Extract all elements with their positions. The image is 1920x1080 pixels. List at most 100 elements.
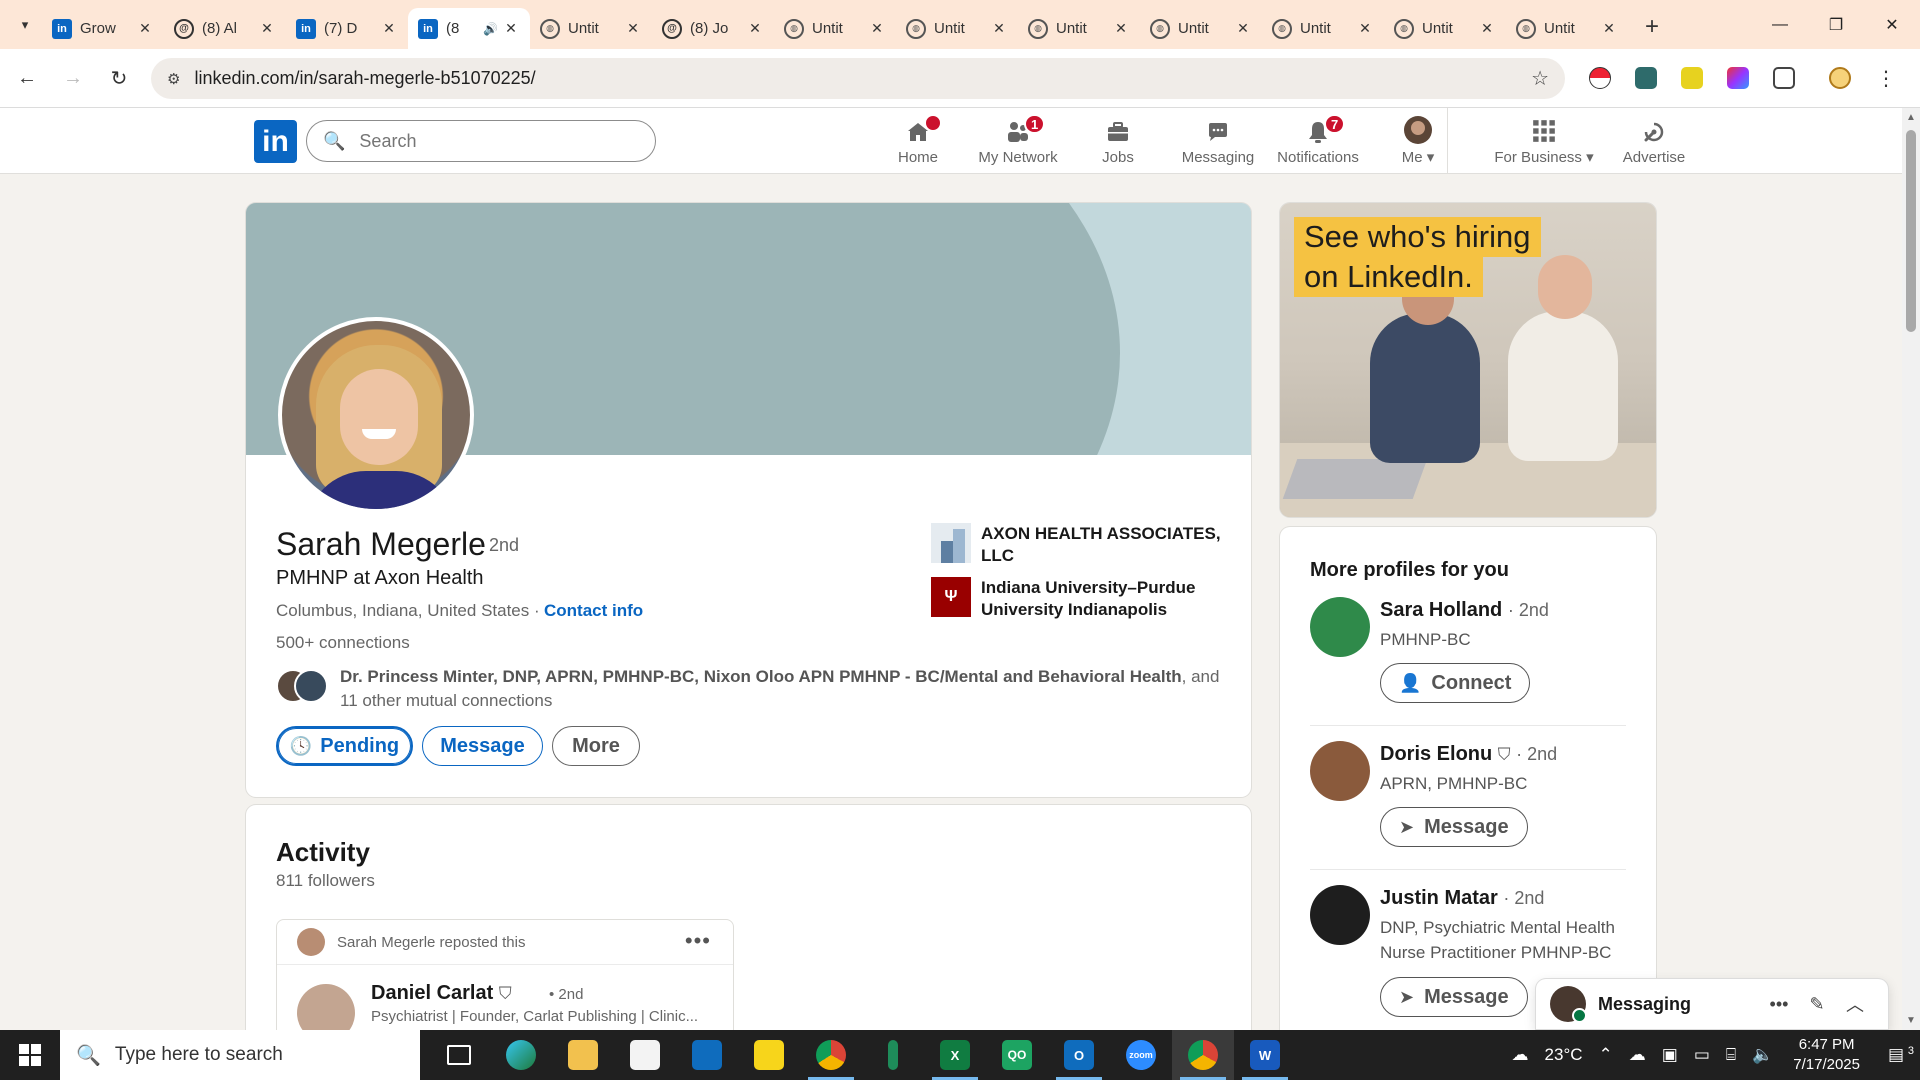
tab-search-button[interactable]: ▾ bbox=[8, 8, 42, 42]
avatar[interactable] bbox=[1310, 741, 1370, 801]
post-options-icon[interactable]: ••• bbox=[685, 928, 711, 954]
nav-me[interactable]: Me ▾ bbox=[1368, 108, 1468, 174]
mutual-connection-avatars[interactable] bbox=[276, 669, 328, 705]
avatar[interactable] bbox=[1310, 885, 1370, 945]
site-settings-icon[interactable]: ⚙ bbox=[167, 70, 180, 88]
weather-icon[interactable]: ☁ bbox=[1504, 1045, 1537, 1065]
reload-button[interactable]: ↻ bbox=[96, 58, 142, 98]
notification-center-icon[interactable]: ▤ 3 bbox=[1872, 1045, 1920, 1065]
bookmark-star-icon[interactable]: ☆ bbox=[1531, 66, 1549, 91]
browser-tab[interactable]: ◍ Untit ✕ bbox=[1140, 8, 1262, 49]
pokeball-extension-icon[interactable] bbox=[1582, 59, 1618, 97]
linkedin-logo[interactable]: in bbox=[254, 120, 297, 163]
close-tab-icon[interactable]: ✕ bbox=[624, 20, 642, 37]
puzzle-icon[interactable] bbox=[1766, 59, 1802, 97]
education[interactable]: Ψ Indiana University–Purdue University I… bbox=[931, 577, 1231, 621]
close-tab-icon[interactable]: ✕ bbox=[258, 20, 276, 37]
browser-tab[interactable]: ◍ Untit ✕ bbox=[1018, 8, 1140, 49]
mail-icon[interactable] bbox=[676, 1030, 738, 1080]
chevron-up-icon[interactable]: ⌃ bbox=[1591, 1045, 1621, 1065]
suggestion-name[interactable]: Doris Elonu ⛉ · 2nd bbox=[1380, 743, 1557, 766]
close-tab-icon[interactable]: ✕ bbox=[1234, 20, 1252, 37]
close-tab-icon[interactable]: ✕ bbox=[1600, 20, 1618, 37]
browser-tab[interactable]: ◍ Untit ✕ bbox=[774, 8, 896, 49]
restore-icon[interactable]: ❐ bbox=[1808, 0, 1864, 49]
clock[interactable]: 6:47 PM 7/17/2025 bbox=[1781, 1035, 1872, 1075]
connections-count[interactable]: 500+ connections bbox=[276, 633, 410, 653]
avatar[interactable] bbox=[1310, 597, 1370, 657]
message-button[interactable]: Message bbox=[422, 726, 543, 766]
meet-icon[interactable]: ▣ bbox=[1654, 1045, 1686, 1065]
message-button[interactable]: ➤ Message bbox=[1380, 807, 1528, 847]
browser-tab[interactable]: in Grow ✕ bbox=[42, 8, 164, 49]
message-button[interactable]: ➤ Message bbox=[1380, 977, 1528, 1017]
speaker-icon[interactable]: 🔊 bbox=[483, 22, 498, 36]
more-button[interactable]: More bbox=[552, 726, 640, 766]
profile-icon[interactable] bbox=[1822, 59, 1858, 97]
close-tab-icon[interactable]: ✕ bbox=[1356, 20, 1374, 37]
chevron-up-icon[interactable]: ︿ bbox=[1836, 991, 1874, 1017]
battery-icon[interactable]: ▭ bbox=[1686, 1045, 1718, 1065]
close-tab-icon[interactable]: ✕ bbox=[1478, 20, 1496, 37]
asterisk-extension-icon[interactable] bbox=[1674, 59, 1710, 97]
task-view-icon[interactable] bbox=[428, 1030, 490, 1080]
nav-home[interactable]: Home bbox=[868, 108, 968, 174]
search-box[interactable]: 🔍 bbox=[306, 120, 656, 162]
back-button[interactable]: ← bbox=[4, 58, 50, 98]
mutual-connections-text[interactable]: Dr. Princess Minter, DNP, APRN, PMHNP-BC… bbox=[340, 665, 1220, 713]
close-tab-icon[interactable]: ✕ bbox=[136, 20, 154, 37]
start-button[interactable] bbox=[0, 1030, 60, 1080]
browser-tab[interactable]: ◍ Untit ✕ bbox=[1262, 8, 1384, 49]
onedrive-icon[interactable]: ☁ bbox=[1621, 1045, 1654, 1065]
browser-tab[interactable]: ◍ Untit ✕ bbox=[1384, 8, 1506, 49]
new-tab-button[interactable]: + bbox=[1634, 9, 1670, 45]
taskbar-search[interactable]: 🔍 Type here to search bbox=[60, 1030, 420, 1080]
pending-button[interactable]: 🕓 Pending bbox=[276, 726, 413, 766]
contact-info-link[interactable]: Contact info bbox=[544, 601, 643, 621]
nav-notifications[interactable]: 7 Notifications bbox=[1268, 108, 1368, 174]
close-tab-icon[interactable]: ✕ bbox=[746, 20, 764, 37]
page-scrollbar[interactable]: ▲ ▼ bbox=[1902, 108, 1920, 1030]
nav-jobs[interactable]: Jobs bbox=[1068, 108, 1168, 174]
close-tab-icon[interactable]: ✕ bbox=[380, 20, 398, 37]
address-bar[interactable]: ⚙ linkedin.com/in/sarah-megerle-b5107022… bbox=[151, 58, 1565, 99]
browser-tab[interactable]: ◍ Untit ✕ bbox=[530, 8, 652, 49]
chrome-active-icon[interactable] bbox=[1172, 1030, 1234, 1080]
network-icon[interactable]: ⌸ bbox=[1718, 1045, 1744, 1065]
sticky-notes-icon[interactable] bbox=[738, 1030, 800, 1080]
scroll-thumb[interactable] bbox=[1906, 130, 1916, 332]
close-tab-icon[interactable]: ✕ bbox=[1112, 20, 1130, 37]
zoom-icon[interactable]: zoom bbox=[1110, 1030, 1172, 1080]
browser-tab[interactable]: @ (8) Jo ✕ bbox=[652, 8, 774, 49]
close-tab-icon[interactable]: ✕ bbox=[502, 20, 520, 37]
nav-messaging[interactable]: Messaging bbox=[1168, 108, 1268, 174]
edge-icon[interactable] bbox=[490, 1030, 552, 1080]
scroll-up-icon[interactable]: ▲ bbox=[1906, 112, 1916, 123]
browser-tab[interactable]: @ (8) Al ✕ bbox=[164, 8, 286, 49]
connect-button[interactable]: 👤 Connect bbox=[1380, 663, 1531, 703]
store-icon[interactable] bbox=[614, 1030, 676, 1080]
suggestion-name[interactable]: Sara Holland · 2nd bbox=[1380, 599, 1549, 622]
kebab-menu-icon[interactable]: ⋮ bbox=[1868, 59, 1904, 97]
nav-advertise[interactable]: Advertise bbox=[1604, 108, 1704, 174]
browser-tab-active[interactable]: in (8 🔊 ✕ bbox=[408, 8, 530, 49]
current-company[interactable]: AXON HEALTH ASSOCIATES, LLC bbox=[931, 523, 1231, 567]
compose-icon[interactable]: ✎ bbox=[1798, 994, 1836, 1015]
excel-icon[interactable]: X bbox=[924, 1030, 986, 1080]
close-window-icon[interactable]: ✕ bbox=[1864, 0, 1920, 49]
folder-extension-icon[interactable] bbox=[1628, 59, 1664, 97]
suggestion-name[interactable]: Justin Matar · 2nd bbox=[1380, 887, 1544, 910]
pen-app-icon[interactable] bbox=[862, 1030, 924, 1080]
word-icon[interactable]: W bbox=[1234, 1030, 1296, 1080]
file-explorer-icon[interactable] bbox=[552, 1030, 614, 1080]
search-input[interactable] bbox=[359, 130, 620, 152]
forward-button[interactable]: → bbox=[50, 58, 96, 98]
nav-my-network[interactable]: 1 My Network bbox=[968, 108, 1068, 174]
profile-photo[interactable] bbox=[278, 317, 474, 513]
browser-tab[interactable]: ◍ Untit ✕ bbox=[1506, 8, 1628, 49]
outlook-icon[interactable]: O bbox=[1048, 1030, 1110, 1080]
browser-tab[interactable]: ◍ Untit ✕ bbox=[896, 8, 1018, 49]
more-options-icon[interactable]: ••• bbox=[1760, 994, 1798, 1015]
nav-for-business[interactable]: For Business ▾ bbox=[1484, 108, 1604, 174]
scroll-down-icon[interactable]: ▼ bbox=[1906, 1015, 1916, 1026]
